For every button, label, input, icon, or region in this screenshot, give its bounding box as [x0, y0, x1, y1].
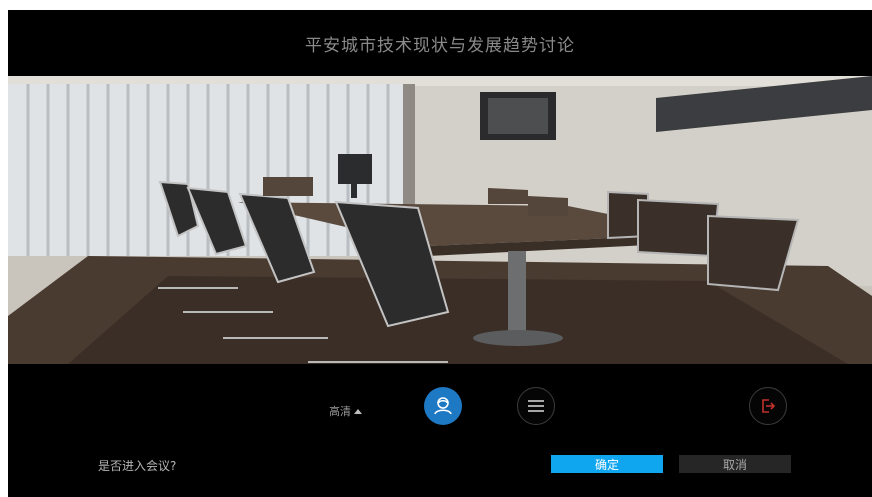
menu-button[interactable]: [517, 387, 555, 425]
participants-icon: [434, 397, 452, 415]
control-bar: 高清: [8, 364, 872, 450]
confirm-button[interactable]: 确定: [551, 455, 663, 473]
caret-up-icon: [354, 408, 362, 414]
meeting-title-bar: 平安城市技术现状与发展趋势讨论: [8, 10, 872, 76]
join-question: 是否进入会议?: [98, 459, 177, 473]
menu-icon: [528, 400, 544, 412]
exit-icon: [762, 399, 776, 413]
conference-room-image: [8, 76, 872, 364]
quality-label: 高清: [329, 405, 351, 418]
exit-button[interactable]: [749, 387, 787, 425]
meeting-title: 平安城市技术现状与发展趋势讨论: [305, 35, 575, 56]
join-prompt-bar: 是否进入会议? 确定 取消: [8, 450, 872, 497]
video-preview: [8, 76, 872, 364]
quality-selector[interactable]: 高清: [329, 403, 362, 419]
cancel-button[interactable]: 取消: [679, 455, 791, 473]
meeting-window: 平安城市技术现状与发展趋势讨论 高清 是否进入会议? 确定 取消: [8, 10, 872, 497]
participants-button[interactable]: [424, 387, 462, 425]
